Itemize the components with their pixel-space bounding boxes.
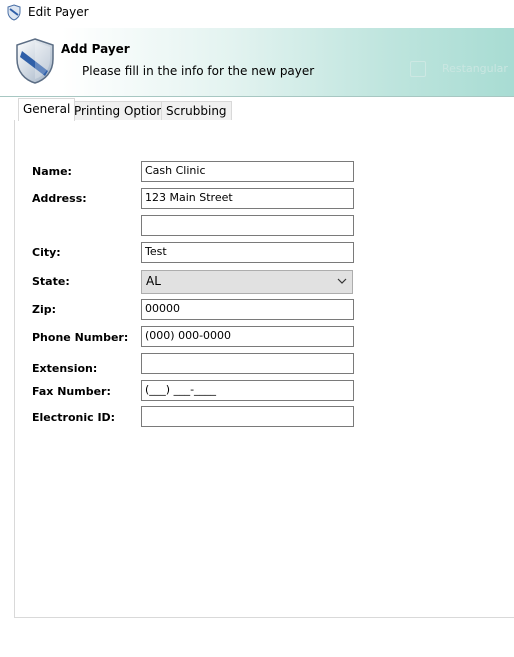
electronic-id-label: Electronic ID: [32,411,116,424]
fax-field[interactable]: (___) ___-____ [141,380,354,401]
city-field[interactable]: Test [141,242,354,263]
header-banner: Add Payer Please fill in the info for th… [0,28,514,97]
state-select[interactable]: AL [141,270,353,294]
extension-field[interactable] [141,353,354,374]
zip-field[interactable]: 00000 [141,299,354,320]
state-value: AL [146,274,161,288]
chevron-down-icon [337,278,347,284]
shield-icon [7,4,21,21]
shield-icon [16,38,54,84]
faded-label: Restangular [442,62,508,75]
tab-scrubbing[interactable]: Scrubbing [161,101,232,121]
address-field[interactable]: 123 Main Street [141,188,354,209]
state-label: State: [32,275,70,288]
phone-label: Phone Number: [32,331,129,344]
faded-toolbar: Restangular [410,61,508,79]
title-bar: Edit Payer [0,0,514,26]
city-label: City: [32,246,61,259]
fax-label: Fax Number: [32,385,111,398]
name-field[interactable]: Cash Clinic [141,161,354,182]
tab-printing-options[interactable]: Printing Options [69,101,176,121]
zip-label: Zip: [32,303,57,316]
window-title: Edit Payer [28,5,89,19]
tab-general[interactable]: General [18,98,76,121]
extension-label: Extension: [32,362,98,375]
electronic-id-field[interactable] [141,406,354,427]
faded-icon [410,61,426,77]
address-line2-field[interactable] [141,215,354,236]
address-label: Address: [32,192,87,205]
name-label: Name: [32,165,72,178]
tab-strip: General Printing Options Scrubbing [14,98,514,121]
banner-title: Add Payer [61,42,130,56]
banner-subtitle: Please fill in the info for the new paye… [82,64,315,78]
phone-field[interactable]: (000) 000-0000 [141,326,354,347]
